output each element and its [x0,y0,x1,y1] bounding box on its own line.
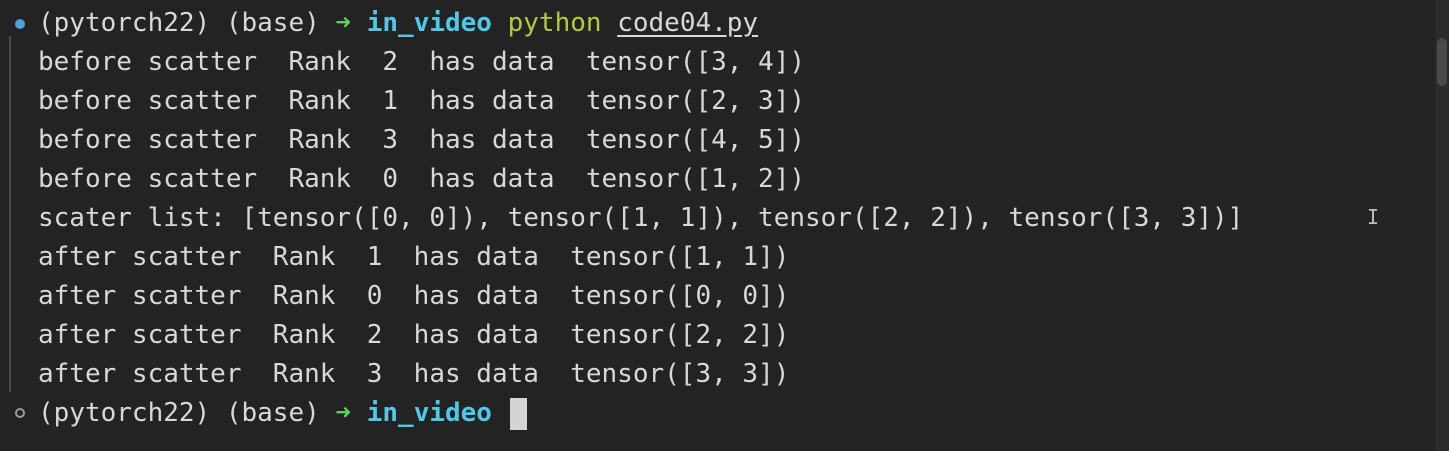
output-line: before scatter Rank 0 has data tensor([1… [38,164,806,194]
prompt-line: (pytorch22) (base) ➜ in_video python cod… [38,4,758,43]
command-gutter-bar [9,36,11,392]
output-line: scater list: [tensor([0, 0]), tensor([1,… [38,203,1244,233]
conda-env-pytorch22: (pytorch22) [38,8,211,38]
output-line: after scatter Rank 0 has data tensor([0,… [38,281,790,311]
scrollbar-thumb[interactable] [1437,38,1447,86]
text-cursor-block [509,397,527,430]
active-prompt-line[interactable]: (pytorch22) (base) ➜ in_video [38,394,527,433]
vertical-scrollbar[interactable] [1435,0,1449,451]
output-line: after scatter Rank 2 has data tensor([2,… [38,320,790,350]
conda-env-pytorch22: (pytorch22) [38,398,211,428]
command-name: python [507,8,602,38]
output-line: before scatter Rank 3 has data tensor([4… [38,125,806,155]
output-line: before scatter Rank 1 has data tensor([2… [38,86,806,116]
current-directory: in_video [366,8,492,38]
prompt-arrow-icon: ➜ [335,398,352,428]
conda-env-base: (base) [225,398,320,428]
output-line: after scatter Rank 3 has data tensor([3,… [38,359,790,389]
output-line: before scatter Rank 2 has data tensor([3… [38,47,806,77]
output-line: after scatter Rank 1 has data tensor([1,… [38,242,790,272]
current-directory: in_video [366,398,492,428]
terminal-window[interactable]: (pytorch22) (base) ➜ in_video python cod… [0,0,1449,451]
command-argument-file[interactable]: code04.py [617,8,758,38]
command-status-hollow-circle-icon[interactable] [15,408,25,418]
command-status-filled-circle-icon[interactable] [15,19,25,29]
text-ibeam-cursor-icon: I [1367,205,1380,229]
conda-env-base: (base) [225,8,320,38]
prompt-arrow-icon: ➜ [335,8,352,38]
